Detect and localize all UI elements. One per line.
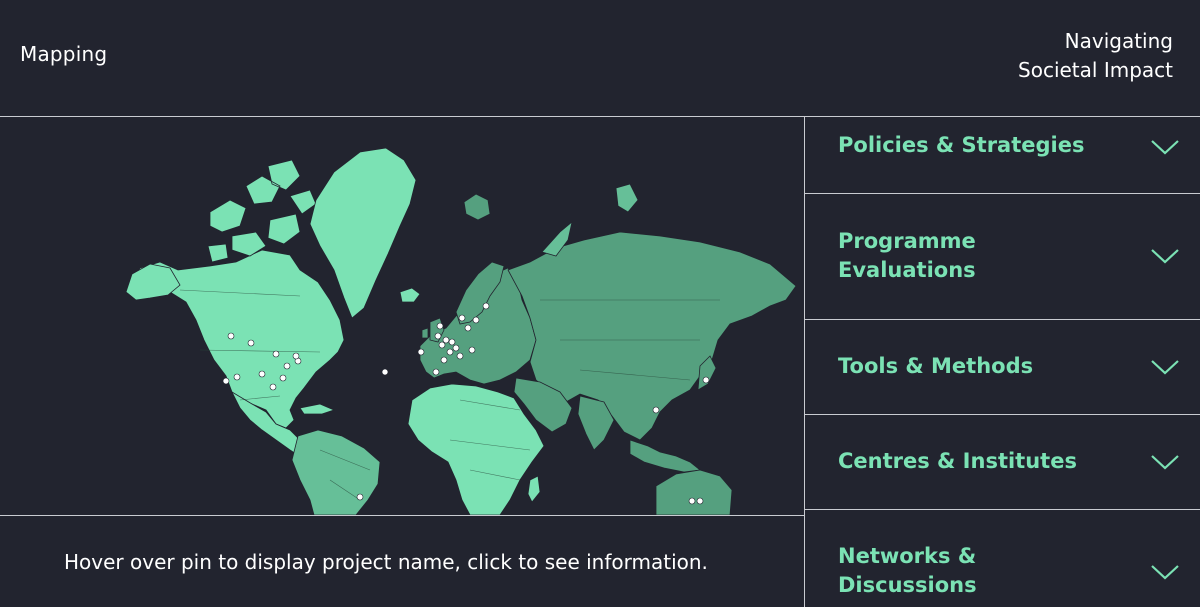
map-footer: Hover over pin to display project name, … bbox=[0, 515, 805, 607]
map-pin[interactable] bbox=[688, 497, 696, 505]
chevron-down-icon bbox=[1150, 246, 1180, 266]
map-pin[interactable] bbox=[696, 497, 704, 505]
southeast-asia bbox=[629, 439, 701, 473]
australia bbox=[655, 469, 733, 515]
map-pin[interactable] bbox=[247, 339, 255, 347]
map-pin[interactable] bbox=[272, 350, 280, 358]
map-pin[interactable] bbox=[438, 341, 446, 349]
accordion-item-tools-methods[interactable]: Tools & Methods bbox=[805, 320, 1200, 415]
chevron-down-icon bbox=[1150, 357, 1180, 377]
map-pin[interactable] bbox=[464, 324, 472, 332]
map-pin[interactable] bbox=[279, 374, 287, 382]
accordion-item-networks-discussions[interactable]: Networks & Discussions bbox=[805, 510, 1200, 607]
arctic-islands bbox=[207, 159, 317, 263]
map-pin[interactable] bbox=[446, 348, 454, 356]
map-pin[interactable] bbox=[222, 377, 230, 385]
site-title-link[interactable]: Navigating Societal Impact bbox=[1018, 27, 1173, 85]
map-pin[interactable] bbox=[442, 336, 450, 344]
map-pin[interactable] bbox=[458, 314, 466, 322]
map-pin[interactable] bbox=[482, 302, 490, 310]
site-title-line-1: Navigating bbox=[1064, 29, 1173, 53]
top-header: Mapping Navigating Societal Impact bbox=[0, 0, 1200, 117]
map-pin[interactable] bbox=[283, 362, 291, 370]
accordion-item-centres-institutes[interactable]: Centres & Institutes bbox=[805, 415, 1200, 510]
south-america bbox=[291, 429, 381, 515]
map-pin[interactable] bbox=[269, 383, 277, 391]
accordion-item-programme-evaluations[interactable]: Programme Evaluations bbox=[805, 194, 1200, 320]
world-map-svg bbox=[125, 147, 797, 515]
map-pin[interactable] bbox=[227, 332, 235, 340]
chevron-down-icon bbox=[1150, 562, 1180, 582]
site-title-line-2: Societal Impact bbox=[1018, 58, 1173, 82]
map-pin[interactable] bbox=[702, 376, 710, 384]
svalbard bbox=[463, 193, 491, 221]
world-map[interactable] bbox=[0, 117, 804, 515]
madagascar bbox=[527, 475, 541, 503]
map-pin[interactable] bbox=[356, 493, 364, 501]
map-pin[interactable] bbox=[652, 406, 660, 414]
severnaya-zemlya bbox=[615, 183, 639, 213]
chevron-down-icon bbox=[1150, 452, 1180, 472]
map-pin[interactable] bbox=[381, 368, 389, 376]
map-pin[interactable] bbox=[472, 316, 480, 324]
accordion-label: Programme Evaluations bbox=[838, 229, 976, 282]
map-pin[interactable] bbox=[440, 356, 448, 364]
map-pin[interactable] bbox=[468, 346, 476, 354]
category-accordion: Policies & Strategies Programme Evaluati… bbox=[805, 117, 1200, 607]
chevron-down-icon bbox=[1150, 137, 1180, 157]
map-pin[interactable] bbox=[448, 338, 456, 346]
page: Mapping Navigating Societal Impact Hover… bbox=[0, 0, 1200, 607]
map-pin[interactable] bbox=[434, 332, 442, 340]
map-pin[interactable] bbox=[233, 373, 241, 381]
accordion-label: Policies & Strategies bbox=[838, 133, 1085, 157]
accordion-label: Centres & Institutes bbox=[838, 449, 1077, 473]
caribbean bbox=[299, 403, 336, 415]
map-pin[interactable] bbox=[452, 344, 460, 352]
accordion-label: Networks & Discussions bbox=[838, 544, 977, 597]
iceland bbox=[399, 287, 421, 303]
map-hint-text: Hover over pin to display project name, … bbox=[64, 550, 708, 574]
accordion-label: Tools & Methods bbox=[838, 354, 1034, 378]
brand-link[interactable]: Mapping bbox=[20, 42, 107, 66]
accordion-item-policies[interactable]: Policies & Strategies bbox=[805, 117, 1200, 194]
map-pin[interactable] bbox=[436, 322, 444, 330]
map-pin[interactable] bbox=[432, 368, 440, 376]
map-pin[interactable] bbox=[258, 370, 266, 378]
map-pin[interactable] bbox=[417, 348, 425, 356]
map-pin[interactable] bbox=[292, 352, 300, 360]
map-pin[interactable] bbox=[456, 352, 464, 360]
